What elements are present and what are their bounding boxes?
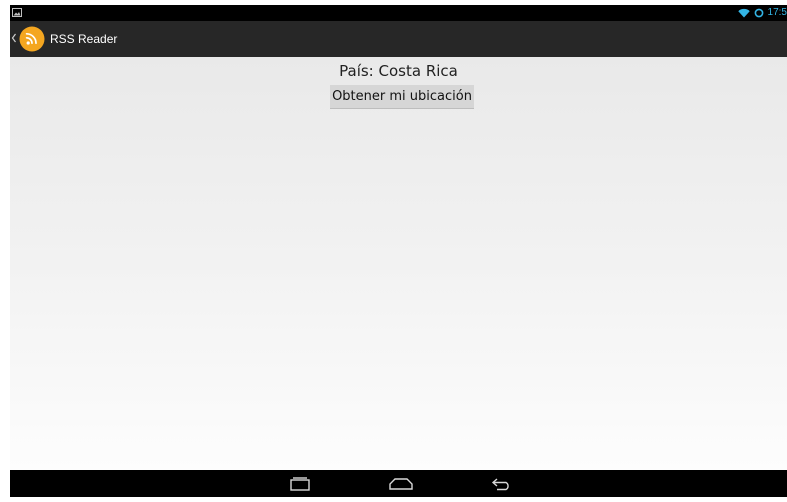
get-location-button[interactable]: Obtener mi ubicación	[330, 85, 474, 109]
image-notification-icon	[12, 8, 22, 17]
status-time: 17:5	[767, 7, 787, 18]
recents-button[interactable]	[286, 474, 314, 494]
status-bar: 17:5	[10, 5, 787, 21]
navigation-bar	[10, 470, 787, 497]
home-icon	[389, 478, 413, 490]
main-content: País: Costa Rica Obtener mi ubicación	[10, 57, 787, 470]
wifi-icon	[737, 8, 750, 18]
back-button[interactable]	[488, 474, 516, 494]
up-caret-icon[interactable]	[11, 32, 17, 44]
status-right-group: 17:5	[737, 5, 787, 21]
recents-icon	[290, 477, 310, 491]
back-icon	[491, 478, 509, 491]
sync-icon	[754, 8, 763, 18]
home-button[interactable]	[387, 474, 415, 494]
app-title: RSS Reader	[50, 32, 118, 46]
device-screen: 17:5 RSS Reader País: Costa Rica Obtener…	[10, 5, 787, 497]
rss-app-icon[interactable]	[19, 26, 45, 52]
action-bar: RSS Reader	[10, 21, 787, 57]
country-label: País: Costa Rica	[339, 62, 458, 80]
